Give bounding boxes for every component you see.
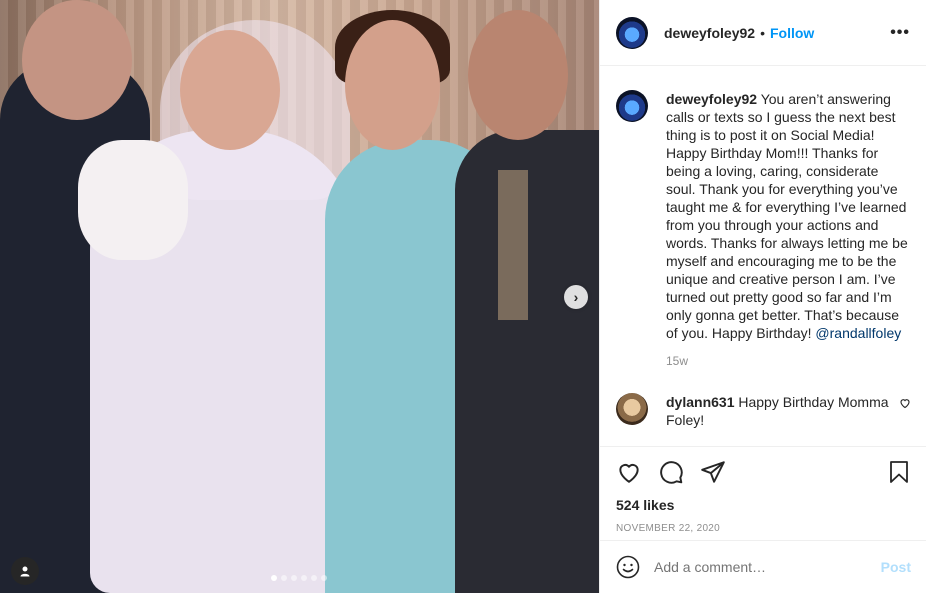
comment-composer: Post	[600, 540, 926, 593]
photo-figure-father-head	[468, 10, 568, 140]
emoji-icon[interactable]	[616, 555, 640, 579]
carousel-indicator	[271, 575, 327, 581]
carousel-next-button[interactable]: ›	[564, 285, 588, 309]
comment-input[interactable]	[654, 559, 881, 575]
bookmark-icon[interactable]	[887, 459, 911, 485]
photo-figure-baby	[78, 140, 188, 260]
caption-timestamp[interactable]: 15w	[666, 352, 911, 370]
post-photo[interactable]: ›	[0, 0, 599, 593]
photo-figure-mother-head	[345, 20, 440, 150]
post-date: NOVEMBER 22, 2020	[616, 523, 721, 534]
caption-text: You aren’t answering calls or texts so I…	[666, 91, 908, 341]
photo-figure-groom-head	[22, 0, 132, 120]
caption-mention-link[interactable]: @randallfoley	[815, 325, 901, 341]
carousel-dot	[321, 575, 327, 581]
comment-avatar[interactable]	[616, 393, 648, 425]
comment-heart-icon[interactable]	[899, 397, 911, 409]
post-side-panel: deweyfoley92 • Follow ••• deweyfoley92 Y…	[599, 0, 926, 593]
follow-button[interactable]: Follow	[770, 25, 814, 41]
post-actions: 524 likes NOVEMBER 22, 2020	[600, 446, 926, 534]
post-header: deweyfoley92 • Follow •••	[600, 0, 926, 66]
carousel-dot	[271, 575, 277, 581]
header-separator: •	[760, 24, 765, 41]
photo-figure-father-tie	[498, 170, 528, 320]
user-tag-icon	[20, 566, 30, 577]
photo-figure-bride-head	[180, 30, 280, 150]
comments-section: deweyfoley92 You aren’t answering calls …	[600, 66, 926, 446]
heart-icon[interactable]	[616, 459, 642, 485]
chevron-right-icon: ›	[573, 289, 579, 305]
comment-username[interactable]: dylann631	[666, 394, 734, 410]
carousel-dot	[291, 575, 297, 581]
share-icon[interactable]	[700, 459, 726, 485]
caption-username[interactable]: deweyfoley92	[666, 91, 757, 107]
carousel-dot	[301, 575, 307, 581]
user-tag-button[interactable]	[11, 557, 39, 585]
likes-count[interactable]: 524 likes	[616, 497, 911, 513]
avatar[interactable]	[616, 16, 648, 49]
carousel-dot	[311, 575, 317, 581]
caption: deweyfoley92 You aren’t answering calls …	[616, 90, 911, 370]
carousel-dot	[281, 575, 287, 581]
list-item: dylann631 Happy Birthday Momma Foley!	[616, 393, 911, 429]
header-username[interactable]: deweyfoley92	[664, 25, 755, 41]
caption-avatar[interactable]	[616, 90, 648, 122]
post-comment-button[interactable]: Post	[881, 559, 911, 575]
more-icon[interactable]: •••	[890, 24, 910, 42]
comment-icon[interactable]	[658, 459, 684, 485]
